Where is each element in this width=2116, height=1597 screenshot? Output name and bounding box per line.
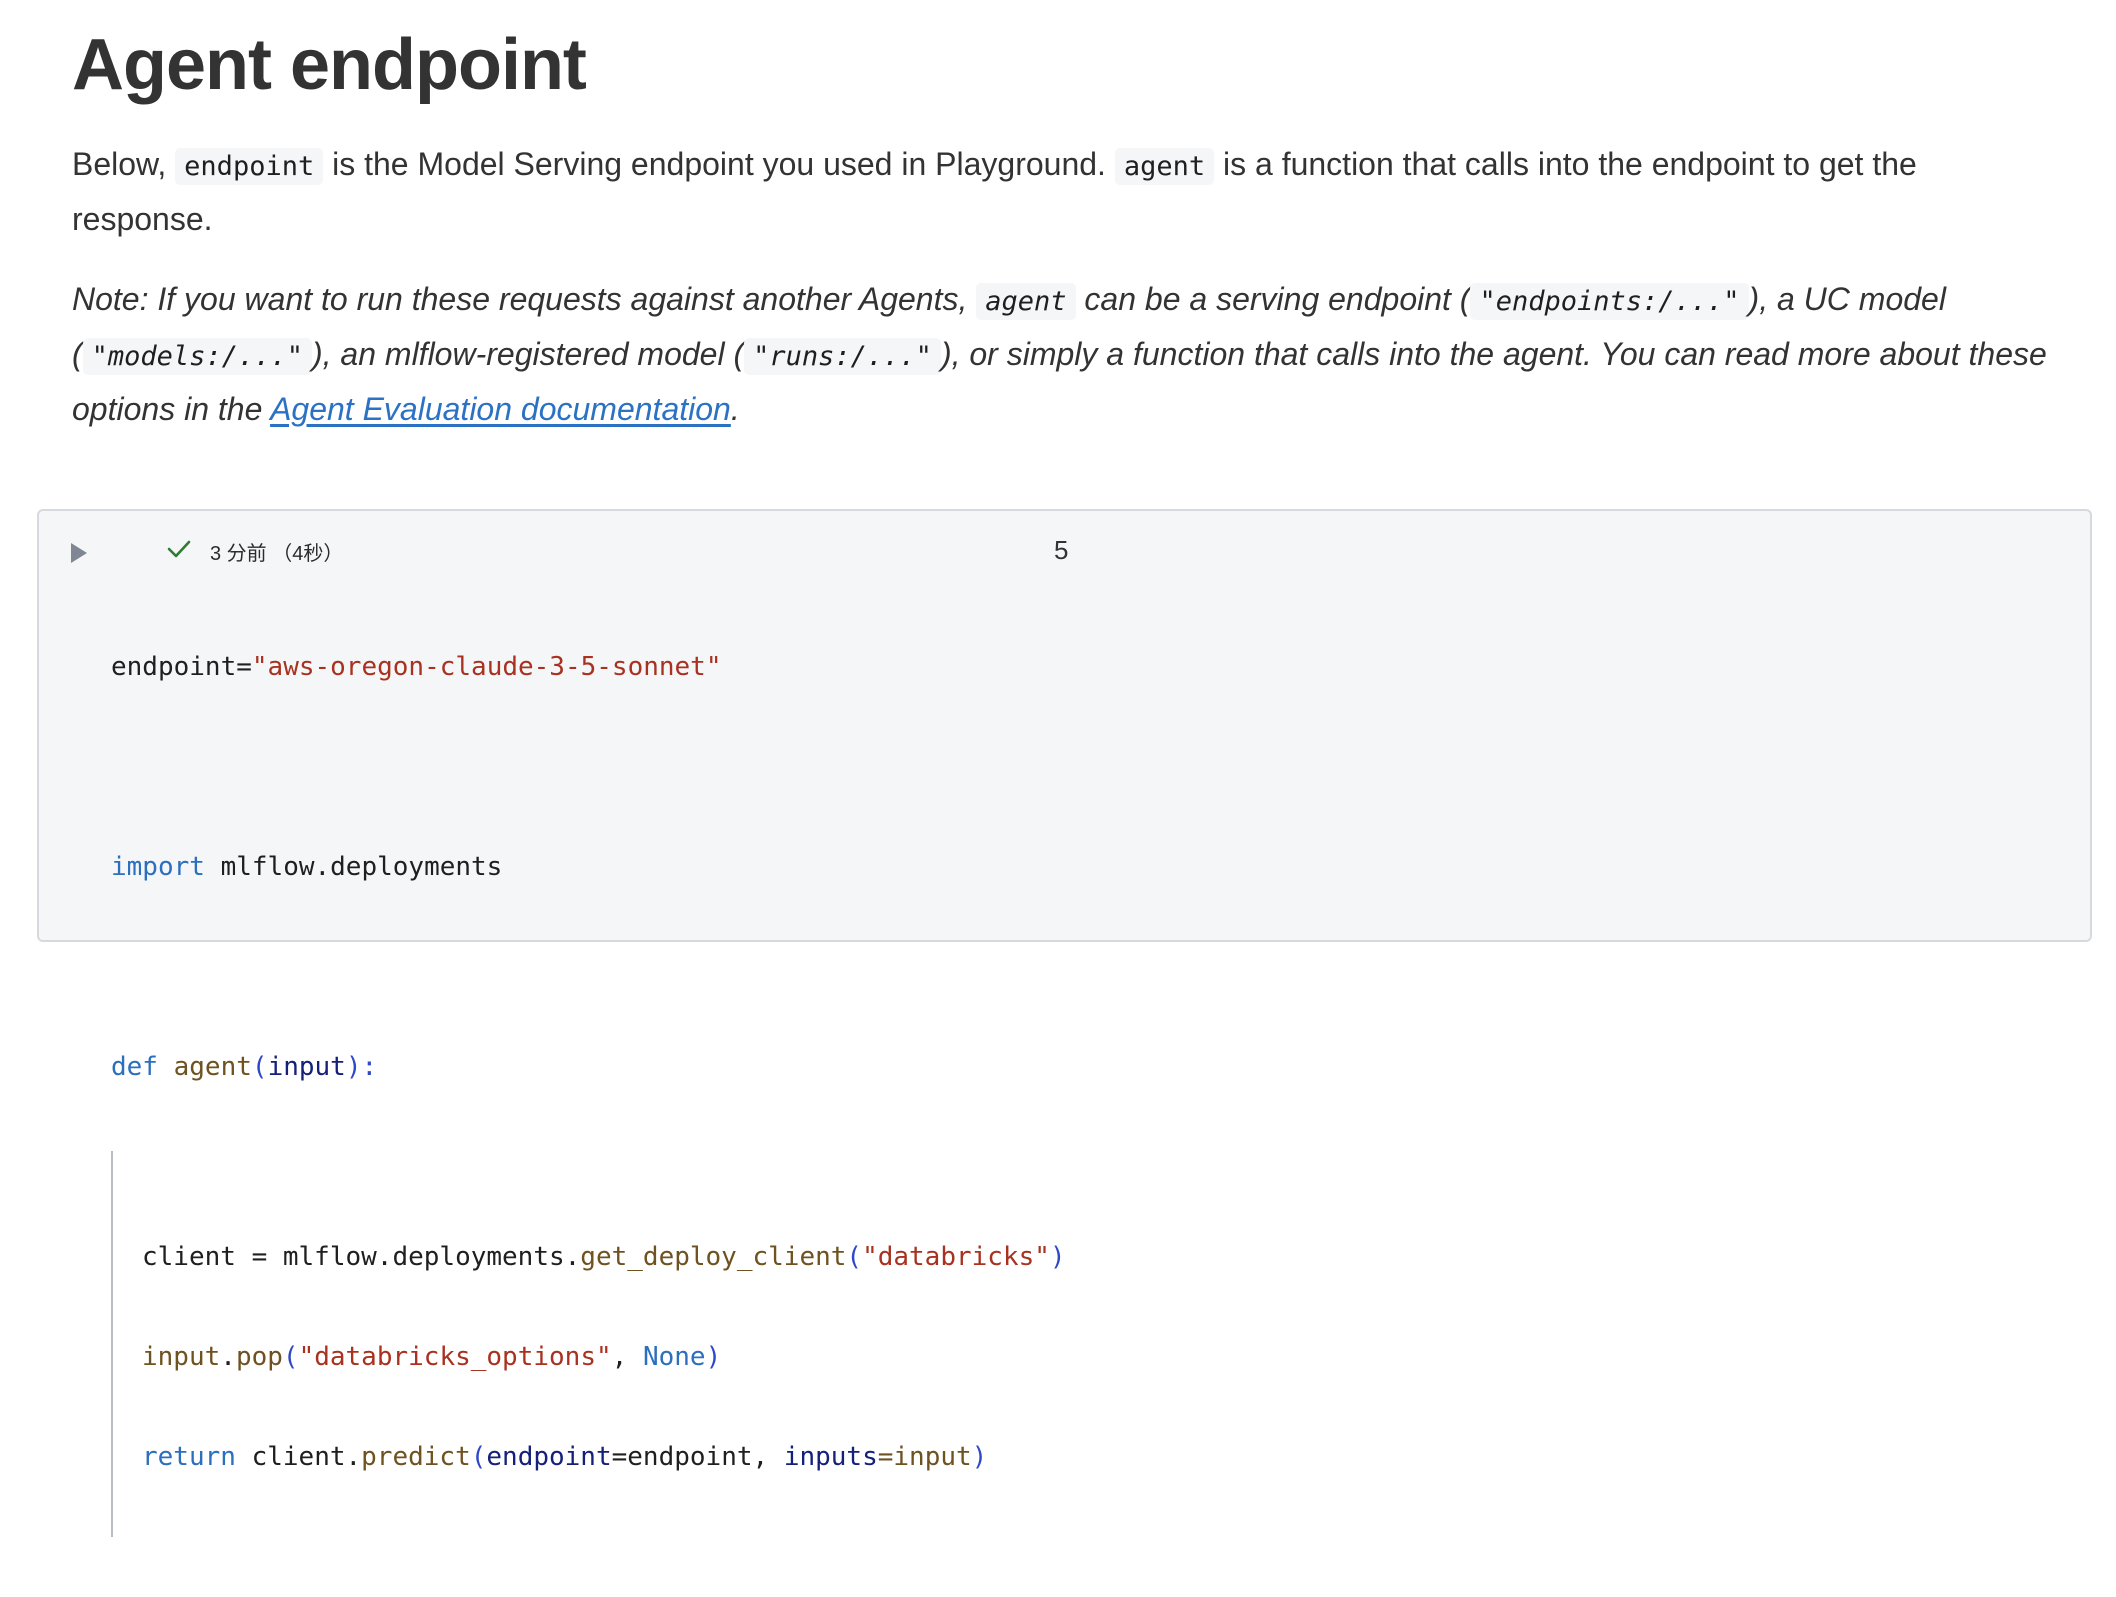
function-body: client = mlflow.deployments.get_deploy_c… (111, 1147, 1066, 1537)
code-paren: ) (1049, 1242, 1066, 1272)
play-icon[interactable] (71, 543, 87, 563)
code-constant: None (642, 1342, 706, 1372)
code-cell[interactable]: 3 分前 （4秒） 5 endpoint="aws-oregon-claude-… (37, 509, 2092, 1537)
code-token: =endpoint, (611, 1442, 784, 1472)
page-title: Agent endpoint (72, 25, 587, 105)
inline-code-agent: agent (976, 283, 1076, 320)
code-token: endpoint= (111, 652, 252, 682)
code-string: "databricks_options" (298, 1342, 612, 1372)
note-text: can be a serving endpoint ( (1075, 281, 1471, 317)
inline-code-endpoints-uri: "endpoints:/..." (1470, 283, 1749, 320)
code-paren: ) (971, 1442, 988, 1472)
code-function-call: pop (235, 1342, 283, 1372)
code-line: import mlflow.deployments (111, 847, 1066, 887)
code-paren: ( (282, 1342, 299, 1372)
code-token: . (220, 1342, 236, 1372)
agent-evaluation-docs-link[interactable]: Agent Evaluation documentation (270, 391, 731, 427)
note-text: ), an mlflow-registered model ( (311, 336, 745, 372)
code-paren: ) (705, 1342, 722, 1372)
code-token: client = mlflow.deployments. (142, 1242, 581, 1272)
paragraph-text: is the Model Serving endpoint you used i… (323, 146, 1115, 182)
code-keyword-arg: inputs (783, 1442, 878, 1472)
code-editor[interactable]: endpoint="aws-oregon-claude-3-5-sonnet" … (111, 587, 1066, 1597)
code-function-name: agent (173, 1052, 252, 1082)
note-text: Note: If you want to run these requests … (72, 281, 977, 317)
paragraph-text: Below, (72, 146, 176, 182)
code-paren: ( (251, 1052, 268, 1082)
code-line: def agent(input): (111, 1047, 1066, 1087)
code-paren: ( (470, 1442, 487, 1472)
code-line: endpoint="aws-oregon-claude-3-5-sonnet" (111, 647, 1066, 687)
code-string: "aws-oregon-claude-3-5-sonnet" (251, 652, 722, 682)
code-keyword: def (111, 1052, 158, 1082)
code-string: "databricks" (862, 1242, 1050, 1272)
code-keyword: import (111, 852, 205, 882)
code-paren: ): (345, 1052, 378, 1082)
inline-code-agent: agent (1114, 148, 1215, 185)
inline-code-models-uri: "models:/..." (82, 338, 312, 375)
code-paren: ( (846, 1242, 863, 1272)
indent-guide (111, 1151, 113, 1537)
code-keyword: return (142, 1442, 236, 1472)
inline-code-runs-uri: "runs:/..." (744, 338, 941, 375)
check-icon (167, 540, 191, 558)
cell-number: 5 (1054, 535, 1069, 565)
code-token: mlflow.deployments (204, 852, 503, 882)
code-param: input (267, 1052, 346, 1082)
inline-code-endpoint: endpoint (175, 148, 324, 185)
code-keyword-arg: endpoint (486, 1442, 612, 1472)
description-paragraph: Below, endpoint is the Model Serving end… (72, 138, 2052, 245)
code-token: =input (877, 1442, 972, 1472)
code-function-call: predict (361, 1442, 471, 1472)
code-token: , (611, 1342, 643, 1372)
code-line: client = mlflow.deployments.get_deploy_c… (142, 1237, 1066, 1277)
code-token: client. (235, 1442, 362, 1472)
code-line: input.pop("databricks_options", None) (142, 1337, 1066, 1377)
note-text: . (730, 391, 740, 427)
code-token: input (142, 1342, 221, 1372)
note-paragraph: Note: If you want to run these requests … (72, 273, 2052, 435)
code-line: return client.predict(endpoint=endpoint,… (142, 1437, 1066, 1477)
execution-status: 3 分前 （4秒） (210, 543, 344, 565)
code-function-call: get_deploy_client (580, 1242, 847, 1272)
